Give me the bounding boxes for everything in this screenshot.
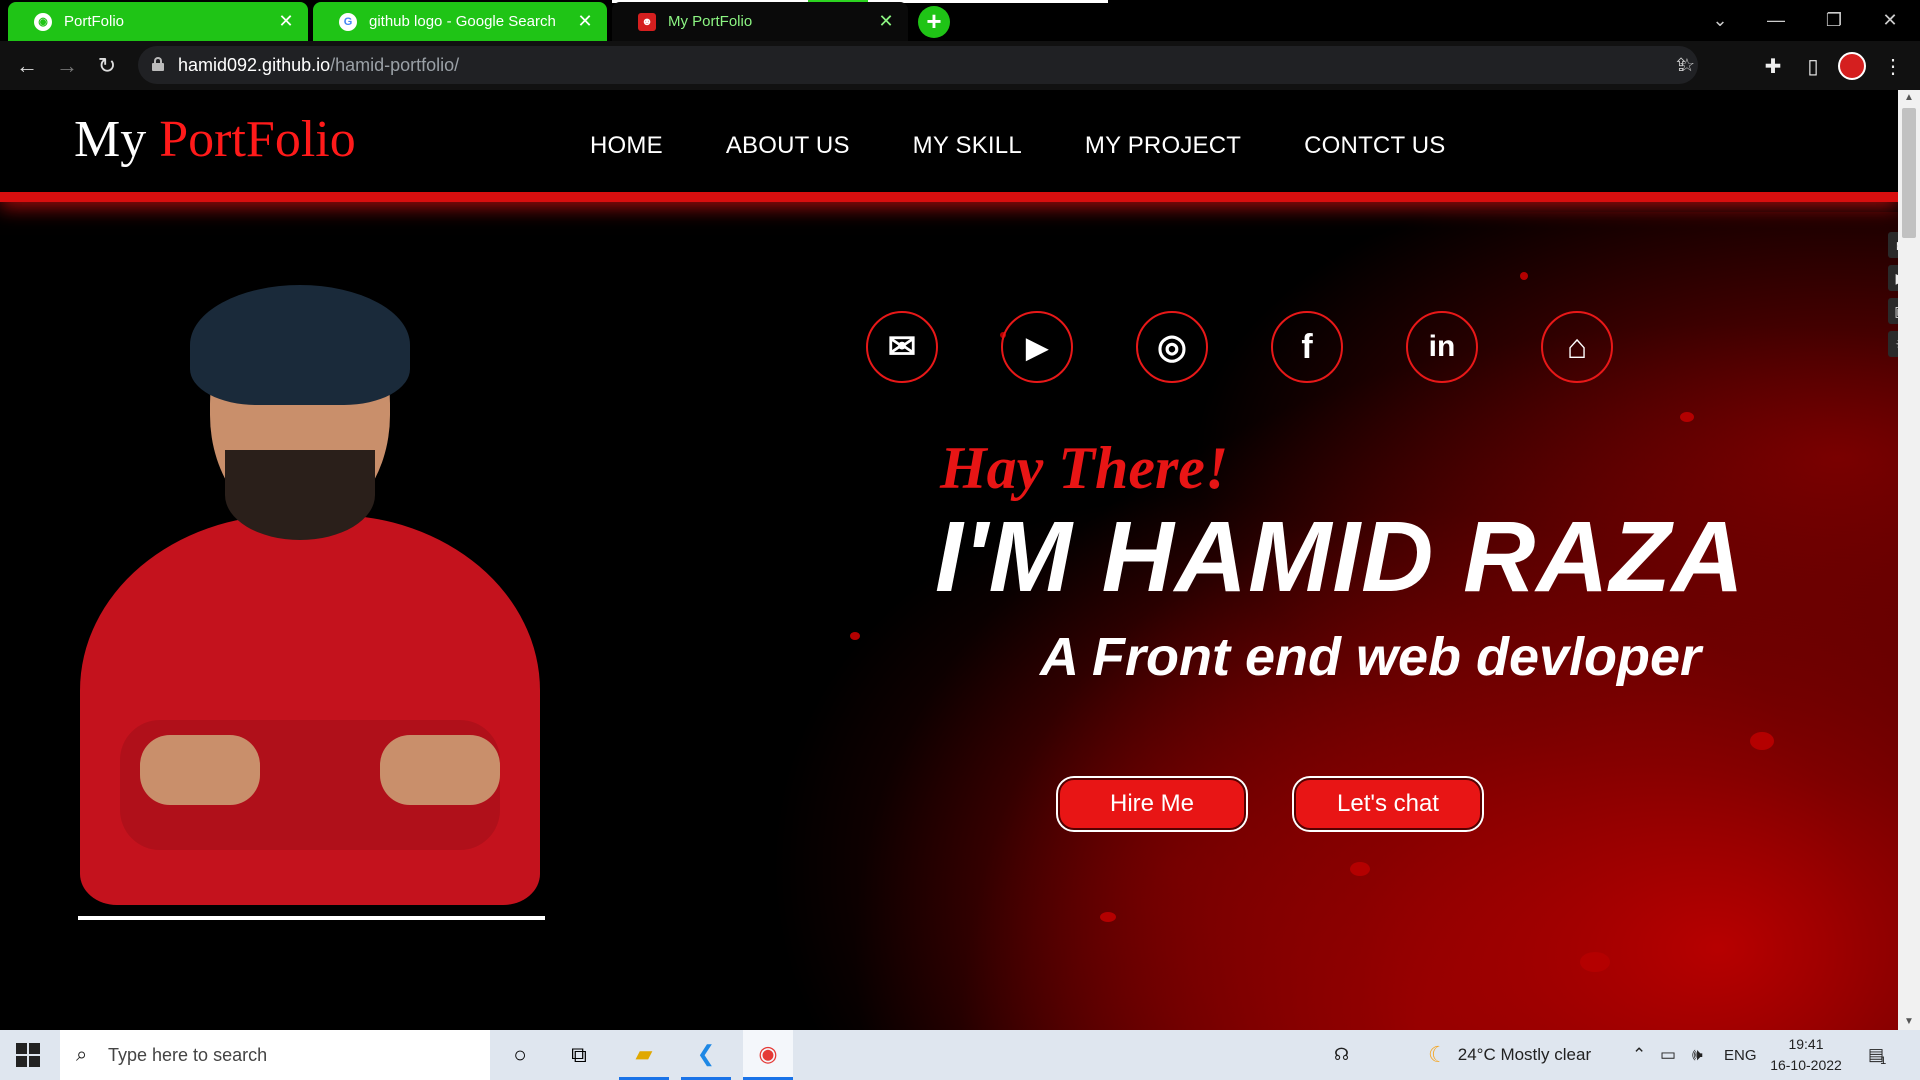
weather-widget[interactable]: ☾ 24°C Mostly clear xyxy=(1428,1030,1591,1080)
weather-text: 24°C Mostly clear xyxy=(1457,1045,1592,1064)
address-bar[interactable]: hamid092.github.io/hamid-portfolio/ ⇪ ☆ xyxy=(138,46,1698,84)
search-icon: ⌕ xyxy=(76,1044,88,1066)
main-nav: HOME ABOUT US MY SKILL MY PROJECT CONTCT… xyxy=(590,132,1509,160)
site-header: My PortFolio HOME ABOUT US MY SKILL MY P… xyxy=(0,90,1898,202)
profile-photo xyxy=(80,285,540,910)
mail-icon[interactable]: ✉ xyxy=(866,311,938,383)
reload-icon[interactable]: ↻ xyxy=(90,49,124,83)
chevron-up-icon[interactable]: ⌃ xyxy=(1632,1030,1646,1080)
close-tab-icon[interactable]: ✕ xyxy=(575,11,595,32)
youtube-icon[interactable]: ▶ xyxy=(1001,311,1073,383)
nav-home[interactable]: HOME xyxy=(590,132,663,160)
nav-about-us[interactable]: ABOUT US xyxy=(726,132,850,160)
notification-count: 1 xyxy=(1880,1055,1887,1067)
task-view-icon[interactable]: ⧉ xyxy=(554,1030,604,1080)
scroll-down-icon[interactable]: ▼ xyxy=(1898,1014,1920,1030)
windows-start-icon[interactable] xyxy=(16,1043,40,1067)
battery-icon[interactable]: ▭ xyxy=(1660,1030,1676,1080)
bookmark-star-icon[interactable]: ☆ xyxy=(1674,52,1700,78)
logo-accent: PortFolio xyxy=(159,111,356,168)
people-icon[interactable]: ☊ xyxy=(1334,1030,1349,1080)
globe-icon: ◉ xyxy=(34,12,52,31)
moon-icon: ☾ xyxy=(1428,1042,1448,1067)
github-icon[interactable]: ⌂ xyxy=(1541,311,1613,383)
new-tab-button[interactable]: + xyxy=(918,6,950,38)
avatar-favicon-icon: ☻ xyxy=(638,12,656,31)
tab-google-search[interactable]: G github logo - Google Search ✕ xyxy=(313,2,607,41)
social-links: ✉ ▶ ◎ f in ⌂ xyxy=(866,311,1676,383)
side-panel-icon[interactable]: ▯ xyxy=(1796,49,1830,83)
hero-role: A Front end web devloper xyxy=(1040,627,1702,687)
clock-date: 16-10-2022 xyxy=(1770,1057,1842,1073)
facebook-icon[interactable]: f xyxy=(1271,311,1343,383)
photo-underline xyxy=(78,916,545,920)
nav-contact-us[interactable]: CONTCT US xyxy=(1304,132,1445,160)
nav-my-project[interactable]: MY PROJECT xyxy=(1085,132,1241,160)
windows-taskbar: ⌕ Type here to search ○ ⧉ ▰ ❮ ◉ ☊ ☾ 24°C… xyxy=(0,1030,1920,1080)
volume-icon[interactable]: 🕪 xyxy=(1692,1030,1703,1080)
page-scrollbar[interactable]: ▲ ▼ xyxy=(1898,90,1920,1030)
portfolio-page: My PortFolio HOME ABOUT US MY SKILL MY P… xyxy=(0,90,1898,1030)
url-path: /hamid-portfolio/ xyxy=(330,54,460,75)
clock-time: 19:41 xyxy=(1788,1036,1824,1052)
file-explorer-icon[interactable]: ▰ xyxy=(619,1030,669,1080)
menu-kebab-icon[interactable]: ⋮ xyxy=(1876,49,1910,83)
search-placeholder: Type here to search xyxy=(108,1044,268,1065)
profile-avatar[interactable] xyxy=(1838,52,1866,80)
hero-name: I'M HAMID RAZA xyxy=(935,501,1745,613)
browser-tab-strip: ◉ PortFolio ✕ G github logo - Google Sea… xyxy=(0,0,1920,41)
tab-title: My PortFolio xyxy=(668,13,753,30)
greeting-text: Hay There! xyxy=(940,435,1229,501)
site-logo[interactable]: My PortFolio xyxy=(74,110,356,169)
browser-toolbar: ← → ↻ hamid092.github.io/hamid-portfolio… xyxy=(0,41,1920,90)
back-icon[interactable]: ← xyxy=(10,49,44,83)
scroll-up-icon[interactable]: ▲ xyxy=(1898,90,1920,106)
tab-my-portfolio[interactable]: ☻ My PortFolio ✕ xyxy=(612,2,908,41)
language-indicator[interactable]: ENG xyxy=(1724,1030,1757,1080)
extensions-icon[interactable]: ✚ xyxy=(1756,49,1790,83)
taskbar-search-box[interactable]: ⌕ Type here to search xyxy=(60,1030,490,1080)
close-tab-icon[interactable]: ✕ xyxy=(876,11,896,32)
instagram-icon[interactable]: ◎ xyxy=(1136,311,1208,383)
chrome-icon[interactable]: ◉ xyxy=(743,1030,793,1080)
tab-search-icon[interactable]: ⌄ xyxy=(1690,0,1750,41)
url-host: hamid092.github.io xyxy=(178,54,331,75)
notification-center-icon[interactable]: ▤ 1 xyxy=(1868,1030,1886,1080)
vscode-icon[interactable]: ❮ xyxy=(681,1030,731,1080)
linkedin-icon[interactable]: in xyxy=(1406,311,1478,383)
scrollbar-thumb[interactable] xyxy=(1902,108,1916,238)
close-window-icon[interactable]: ✕ xyxy=(1860,0,1920,41)
logo-main: My xyxy=(74,111,160,168)
restore-icon[interactable]: ❐ xyxy=(1804,0,1864,41)
google-icon: G xyxy=(339,12,357,31)
close-tab-icon[interactable]: ✕ xyxy=(276,11,296,32)
forward-icon[interactable]: → xyxy=(50,49,84,83)
tab-portfolio[interactable]: ◉ PortFolio ✕ xyxy=(8,2,308,41)
lets-chat-button[interactable]: Let's chat xyxy=(1294,778,1482,830)
nav-my-skill[interactable]: MY SKILL xyxy=(913,132,1022,160)
minimize-icon[interactable]: — xyxy=(1746,0,1806,41)
taskbar-clock[interactable]: 19:41 16-10-2022 xyxy=(1766,1034,1846,1076)
lock-icon[interactable] xyxy=(152,57,164,71)
tab-title: PortFolio xyxy=(64,13,125,30)
hire-me-button[interactable]: Hire Me xyxy=(1058,778,1246,830)
cortana-icon[interactable]: ○ xyxy=(495,1030,545,1080)
tab-title: github logo - Google Search xyxy=(369,13,556,30)
